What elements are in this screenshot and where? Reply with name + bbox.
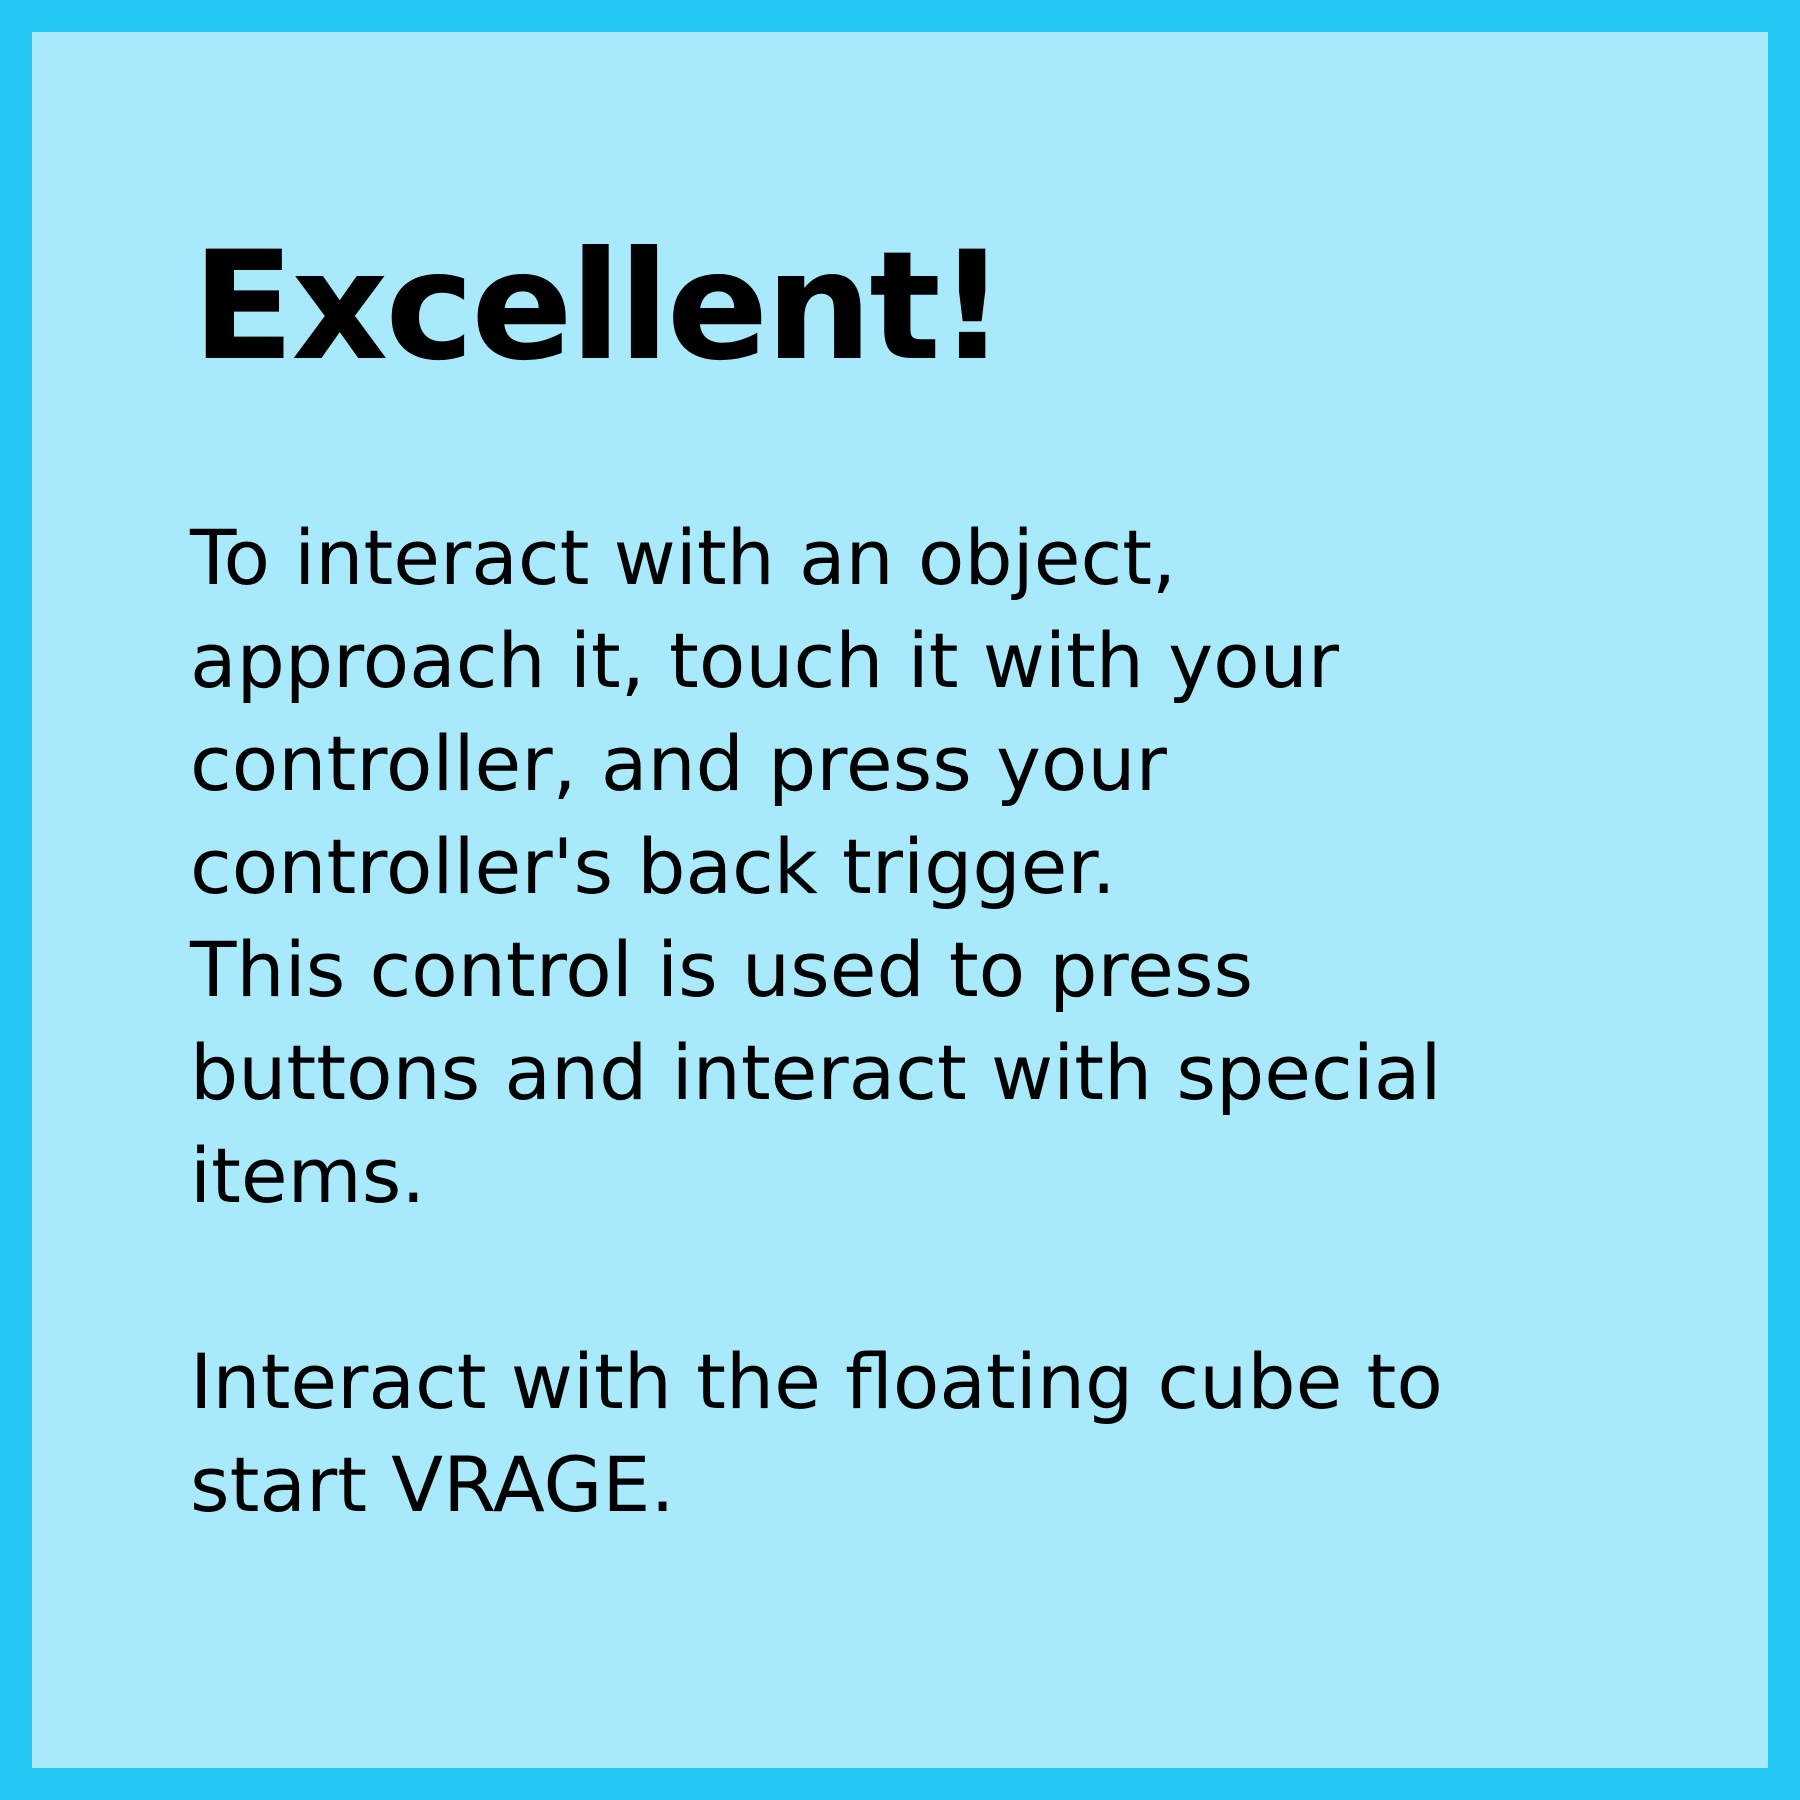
panel-title: Excellent!	[192, 220, 1006, 394]
instruction-paragraph-interact: To interact with an object, approach it,…	[190, 506, 1339, 918]
text-line: approach it, touch it with your	[190, 616, 1339, 705]
text-line: controller, and press your	[190, 719, 1167, 808]
text-line: start VRAGE.	[190, 1440, 675, 1529]
text-line: buttons and interact with special	[190, 1028, 1442, 1117]
text-line: To interact with an object,	[190, 513, 1177, 602]
instruction-paragraph-control-usage: This control is used to press buttons an…	[190, 918, 1442, 1227]
text-line: Interact with the floating cube to	[190, 1337, 1443, 1426]
text-line: controller's back trigger.	[190, 822, 1116, 911]
instruction-paragraph-start: Interact with the floating cube to start…	[190, 1330, 1443, 1536]
text-line: items.	[190, 1131, 426, 1220]
text-line: This control is used to press	[190, 925, 1254, 1014]
instruction-panel: Excellent! To interact with an object, a…	[32, 32, 1768, 1768]
